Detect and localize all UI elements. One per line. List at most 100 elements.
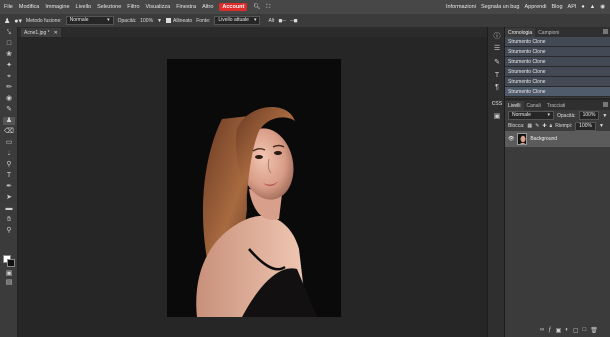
dodge-tool-icon[interactable]: ⚲ bbox=[3, 161, 15, 169]
new-group-icon[interactable]: ▢ bbox=[573, 327, 579, 334]
menu-file[interactable]: File bbox=[4, 4, 13, 10]
brush-preset-icon[interactable]: ●▾ bbox=[14, 17, 22, 25]
opacity-value[interactable]: 100% bbox=[140, 18, 153, 24]
tab-canali[interactable]: Canali bbox=[524, 101, 544, 110]
collapse-icon[interactable] bbox=[603, 29, 608, 34]
menu-blog[interactable]: Blog bbox=[552, 4, 563, 10]
menu-immagine[interactable]: Immagine bbox=[45, 4, 69, 10]
search-icon[interactable]: 🔍︎ bbox=[253, 4, 260, 10]
tab-livelli[interactable]: Livelli bbox=[505, 101, 524, 110]
properties-icon[interactable]: ☰ bbox=[492, 43, 502, 52]
twitter-icon[interactable]: ▲ bbox=[590, 4, 595, 10]
lock-all-icon[interactable]: 🔒︎ bbox=[550, 123, 553, 129]
sample-toggle-icon-2[interactable]: ─◼ bbox=[290, 18, 298, 24]
menu-modifica[interactable]: Modifica bbox=[19, 4, 39, 10]
account-button[interactable]: Account bbox=[219, 3, 248, 11]
aligned-checkbox[interactable]: Allineato bbox=[166, 18, 192, 24]
move-tool-icon[interactable]: ⤥ bbox=[3, 29, 15, 37]
reddit-icon[interactable]: ● bbox=[581, 4, 584, 10]
brush-tool-icon[interactable]: ✎ bbox=[3, 106, 15, 114]
tab-campioni[interactable]: Campioni bbox=[535, 28, 562, 37]
history-item[interactable]: Strumento Clone bbox=[505, 47, 610, 57]
layer-effects-icon[interactable]: ƒ bbox=[548, 327, 551, 334]
opacity-dropdown-icon[interactable]: ▼ bbox=[602, 113, 607, 119]
document-tab[interactable]: Acne1.jpg * ✕ bbox=[21, 28, 61, 37]
pen-tool-icon[interactable]: ✒ bbox=[3, 183, 15, 191]
opacity-label: Opacità: bbox=[117, 17, 137, 24]
lock-paint-icon[interactable]: ✎ bbox=[535, 123, 539, 129]
menu-api[interactable]: API bbox=[568, 4, 577, 10]
layer-mask-icon[interactable]: ▣ bbox=[556, 327, 562, 334]
lock-move-icon[interactable]: ✚ bbox=[542, 123, 546, 129]
eyedropper-tool-icon[interactable]: ✏ bbox=[3, 84, 15, 92]
menu-selezione[interactable]: Selezione bbox=[97, 4, 121, 10]
delete-layer-icon[interactable]: 🗑︎ bbox=[590, 327, 598, 334]
menu-apprendi[interactable]: Apprendi bbox=[524, 4, 546, 10]
fill-tool-icon[interactable]: ▭ bbox=[3, 139, 15, 147]
visibility-eye-icon[interactable]: 👁︎ bbox=[508, 136, 514, 142]
background-color-swatch[interactable] bbox=[7, 259, 15, 267]
history-item[interactable]: Strumento Clone bbox=[505, 57, 610, 67]
zoom-tool-icon[interactable]: ⚲ bbox=[3, 227, 15, 235]
source-select[interactable]: Livello attuale ▾ bbox=[214, 16, 261, 25]
menu-bar: File Modifica Immagine Livello Selezione… bbox=[0, 0, 610, 14]
menu-filtro[interactable]: Filtro bbox=[127, 4, 139, 10]
eraser-tool-icon[interactable]: ⌫ bbox=[3, 128, 15, 136]
crop-tool-icon[interactable]: ⌖ bbox=[3, 73, 15, 81]
facebook-icon[interactable]: ◉ bbox=[600, 4, 605, 10]
character-icon[interactable]: T bbox=[492, 71, 502, 80]
collapse-icon[interactable] bbox=[603, 102, 608, 107]
fill-dropdown-icon[interactable]: ▼ bbox=[599, 123, 604, 129]
lock-row: Blocca: ▦ ✎ ✚ 🔒︎ Riempi: 100% ▼ bbox=[505, 121, 610, 131]
brush-settings-icon[interactable]: ✎ bbox=[492, 57, 502, 66]
hand-tool-icon[interactable]: ✋︎ bbox=[3, 216, 15, 224]
fullscreen-icon[interactable]: ⛶ bbox=[266, 4, 270, 11]
document-image[interactable] bbox=[167, 59, 341, 317]
layer-blend-select[interactable]: Normale ▾ bbox=[508, 111, 554, 120]
sample-toggle-icon[interactable]: ◼─ bbox=[278, 18, 286, 24]
history-item[interactable]: Strumento Clone bbox=[505, 67, 610, 77]
menu-finestra[interactable]: Finestra bbox=[176, 4, 196, 10]
clone-stamp-tool-icon[interactable]: ♟ bbox=[3, 117, 15, 125]
layer-row[interactable]: 👁︎ Background bbox=[505, 131, 610, 147]
clone-stamp-icon[interactable]: ♟ bbox=[4, 17, 10, 25]
image-icon[interactable]: ▣ bbox=[492, 111, 502, 120]
fill-value[interactable]: 100% bbox=[575, 121, 596, 131]
menu-segnala-bug[interactable]: Segnala un bug bbox=[481, 4, 520, 10]
lasso-tool-icon[interactable]: ❀ bbox=[3, 51, 15, 59]
tools-panel: ⤥ □ ❀ ✦ ⌖ ✏ ◉ ✎ ♟ ⌫ ▭ 💧︎ ⚲ T ✒ ➤ ▬ ✋︎ ⚲ … bbox=[0, 27, 18, 337]
source-value: Livello attuale bbox=[218, 17, 249, 23]
opacity-dropdown-icon[interactable]: ▼ bbox=[157, 18, 162, 24]
lock-transparency-icon[interactable]: ▦ bbox=[527, 123, 532, 129]
paragraph-icon[interactable]: ¶ bbox=[492, 83, 502, 92]
healing-tool-icon[interactable]: ◉ bbox=[3, 95, 15, 103]
quick-mask-icon[interactable]: ▣ bbox=[3, 270, 15, 278]
history-item-current[interactable]: Strumento Clone bbox=[505, 87, 610, 97]
blur-tool-icon[interactable]: 💧︎ bbox=[3, 150, 15, 158]
color-swatches[interactable] bbox=[3, 255, 15, 267]
path-select-tool-icon[interactable]: ➤ bbox=[3, 194, 15, 202]
adjustment-layer-icon[interactable]: ◐ bbox=[565, 327, 569, 334]
new-layer-icon[interactable]: □ bbox=[583, 327, 587, 334]
screen-mode-icon[interactable]: ▤ bbox=[3, 279, 15, 287]
type-tool-icon[interactable]: T bbox=[3, 172, 15, 180]
blend-mode-select[interactable]: Normale ▾ bbox=[65, 16, 114, 25]
menu-livello[interactable]: Livello bbox=[76, 4, 92, 10]
canvas-area[interactable] bbox=[18, 37, 487, 337]
info-icon[interactable]: ⓘ bbox=[492, 31, 502, 40]
marquee-tool-icon[interactable]: □ bbox=[3, 40, 15, 48]
menu-visualizza[interactable]: Visualizza bbox=[146, 4, 171, 10]
layer-opacity-value[interactable]: 100% bbox=[578, 111, 600, 120]
magic-wand-icon[interactable]: ✦ bbox=[3, 62, 15, 70]
tab-tracciati[interactable]: Tracciati bbox=[544, 101, 569, 110]
link-layers-icon[interactable]: ∞ bbox=[540, 327, 544, 334]
shape-tool-icon[interactable]: ▬ bbox=[3, 205, 15, 213]
menu-altro[interactable]: Altro bbox=[202, 4, 213, 10]
portrait-photo bbox=[167, 59, 341, 317]
css-icon[interactable]: css bbox=[492, 99, 503, 108]
tab-cronologia[interactable]: Cronologia bbox=[505, 28, 536, 37]
history-item[interactable]: Strumento Clone bbox=[505, 77, 610, 87]
menu-informazioni[interactable]: Informazioni bbox=[446, 4, 476, 10]
close-icon[interactable]: ✕ bbox=[54, 30, 58, 36]
history-item[interactable]: Strumento Clone bbox=[505, 37, 610, 47]
